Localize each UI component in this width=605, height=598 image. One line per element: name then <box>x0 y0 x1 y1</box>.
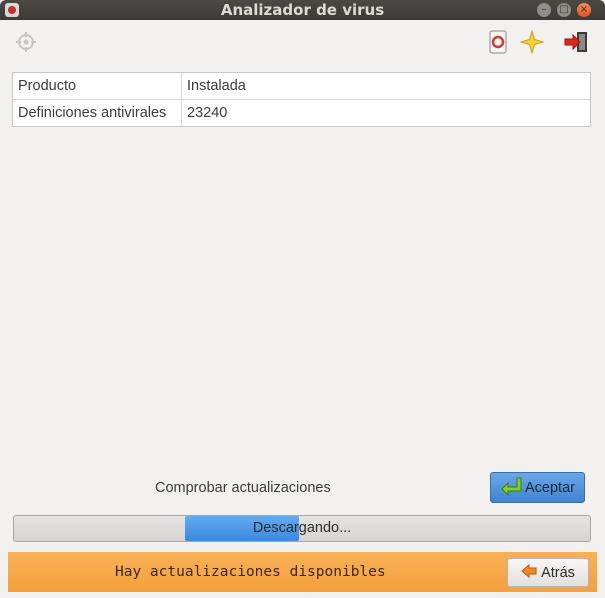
progress-text: Descargando... <box>252 520 352 536</box>
back-arrow-icon <box>521 563 537 582</box>
enter-arrow-icon <box>500 476 522 500</box>
minimize-button[interactable]: – <box>537 3 551 17</box>
download-progress-bar: Descargando... <box>13 515 591 542</box>
maximize-button[interactable]: □ <box>557 3 571 17</box>
back-button[interactable]: Atrás <box>507 558 589 587</box>
accept-button-label: Aceptar <box>525 479 575 496</box>
title-bar: Analizador de virus – □ × <box>0 0 605 20</box>
window-title: Analizador de virus <box>220 1 385 19</box>
star-icon[interactable] <box>519 29 545 55</box>
target-icon[interactable] <box>13 29 39 55</box>
table-row[interactable]: Definiciones antivirales 23240 <box>13 100 590 126</box>
table-key-cell: Producto <box>13 73 182 99</box>
app-window: Analizador de virus – □ × Producto Insta… <box>0 0 605 598</box>
lifebuoy-icon[interactable] <box>485 29 511 55</box>
exit-icon[interactable] <box>563 29 589 55</box>
close-button[interactable]: × <box>577 3 591 17</box>
table-key-cell: Definiciones antivirales <box>13 100 182 126</box>
table-value-cell: Instalada <box>187 78 246 94</box>
table-row[interactable]: Producto Instalada <box>13 73 590 100</box>
toolbar <box>0 20 605 66</box>
check-updates-label: Comprobar actualizaciones <box>155 480 331 496</box>
status-message: Hay actualizaciones disponibles <box>115 564 386 580</box>
accept-button[interactable]: Aceptar <box>490 472 585 503</box>
info-table: Producto Instalada Definiciones antivira… <box>12 72 591 127</box>
table-value-cell: 23240 <box>187 105 228 121</box>
back-button-label: Atrás <box>541 564 575 581</box>
